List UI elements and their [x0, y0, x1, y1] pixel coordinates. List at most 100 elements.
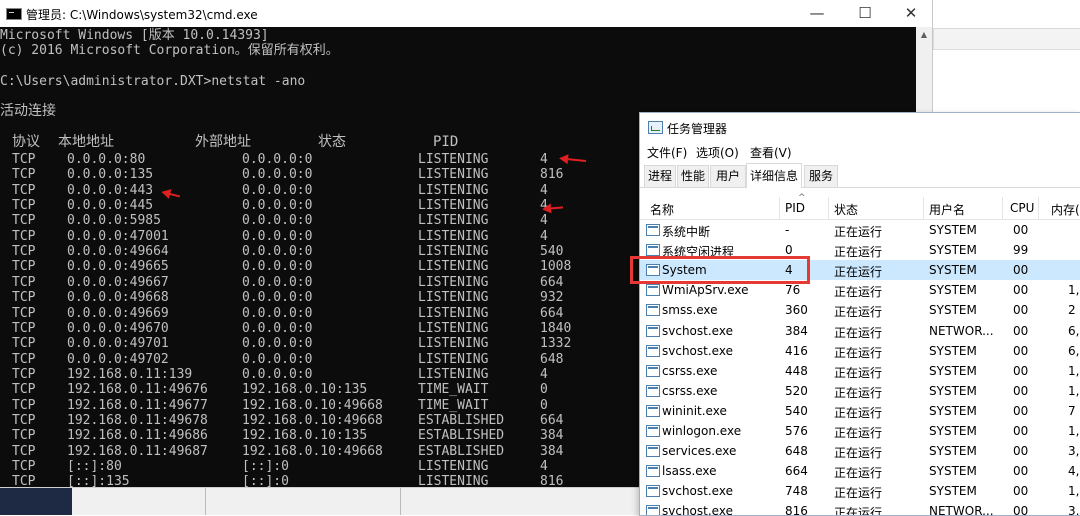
netstat-cell: 192.168.0.11:139 — [67, 366, 193, 382]
netstat-cell: LISTENING — [418, 336, 489, 352]
process-memory: 7 — [1068, 403, 1076, 418]
process-name: svchost.exe — [662, 343, 733, 358]
column-divider[interactable] — [828, 197, 829, 219]
tab-users[interactable]: 用户 — [710, 165, 746, 187]
process-cpu: 00 — [1013, 424, 1029, 438]
netstat-cell: 384 — [540, 443, 564, 459]
annotation-highlight-box — [630, 256, 810, 284]
process-name: 系统中断 — [662, 225, 711, 239]
netstat-cell: 0.0.0.0:49702 — [67, 351, 169, 367]
netstat-cell: TCP — [12, 228, 36, 244]
column-cpu[interactable]: CPU — [1010, 201, 1034, 215]
netstat-cell: 192.168.0.10:49668 — [242, 443, 383, 459]
process-cpu: 00 — [1013, 263, 1029, 278]
process-status: 正在运行 — [834, 325, 883, 340]
netstat-cell: 192.168.0.11:49686 — [67, 428, 208, 444]
process-row[interactable]: svchost.exe 384 正在运行 NETWOR... 00 6,1 — [640, 321, 1080, 341]
column-name[interactable]: 名称 — [650, 201, 674, 218]
column-username[interactable]: 用户名 — [929, 201, 965, 218]
column-pid[interactable]: PID — [785, 201, 805, 215]
process-pid: 648 — [785, 444, 808, 459]
netstat-cell: 4 — [540, 213, 548, 229]
menu-file[interactable]: 文件(F) — [647, 144, 687, 161]
netstat-cell: 816 — [540, 167, 564, 183]
console-section-title: 活动连接 — [0, 103, 56, 119]
scroll-up-arrow-icon[interactable]: ▲ — [916, 27, 932, 43]
task-manager-title: 任务管理器 — [667, 122, 728, 136]
process-pid: 520 — [785, 383, 808, 398]
netstat-cell: 0.0.0.0:135 — [67, 167, 154, 183]
bottom-strip-divider — [400, 488, 401, 515]
column-divider[interactable] — [1002, 197, 1003, 219]
column-divider[interactable] — [923, 197, 924, 219]
process-pid: 360 — [785, 303, 808, 318]
tab-details[interactable]: 详细信息 — [746, 163, 802, 188]
process-cpu: 00 — [1013, 223, 1029, 237]
process-pid: 664 — [785, 464, 808, 479]
process-status: 正在运行 — [834, 285, 883, 300]
process-row[interactable]: svchost.exe 748 正在运行 SYSTEM 00 1,1 — [640, 481, 1080, 501]
process-user: SYSTEM — [929, 363, 977, 378]
netstat-cell: 0.0.0.0:0 — [242, 259, 313, 275]
netstat-cell: LISTENING — [418, 351, 489, 367]
netstat-cell: 0.0.0.0:443 — [67, 182, 154, 198]
netstat-cell: 192.168.0.11:49677 — [67, 397, 208, 413]
process-status: 正在运行 — [834, 486, 883, 501]
netstat-cell: 0.0.0.0:0 — [242, 351, 313, 367]
netstat-cell: TCP — [12, 274, 36, 290]
process-row[interactable]: winlogon.exe 576 正在运行 SYSTEM 00 1,2 — [640, 421, 1080, 441]
process-user: SYSTEM — [929, 263, 977, 278]
menu-options[interactable]: 选项(O) — [696, 144, 739, 161]
netstat-cell: 4 — [540, 228, 548, 244]
netstat-cell: TCP — [12, 290, 36, 306]
process-cpu: 00 — [1013, 464, 1029, 479]
column-status[interactable]: 状态 — [834, 201, 858, 218]
process-row[interactable]: csrss.exe 520 正在运行 SYSTEM 00 1,2 — [640, 381, 1080, 401]
process-memory: 1,2 — [1068, 424, 1080, 438]
netstat-cell: 0.0.0.0:0 — [242, 167, 313, 183]
netstat-cell: 0.0.0.0:0 — [242, 228, 313, 244]
netstat-cell: 192.168.0.10:135 — [242, 382, 368, 398]
column-divider[interactable] — [1038, 197, 1039, 219]
netstat-cell: 0.0.0.0:0 — [242, 274, 313, 290]
process-memory: 3,4 — [1068, 504, 1080, 516]
maximize-button[interactable]: ☐ — [842, 0, 888, 27]
netstat-cell: 0 — [540, 382, 548, 398]
process-name: WmiApSrv.exe — [662, 283, 749, 298]
netstat-cell: TCP — [12, 443, 36, 459]
tab-bar: 进程 性能 用户 详细信息 服务 — [640, 163, 1080, 188]
cmd-titlebar[interactable]: 管理员: C:\Windows\system32\cmd.exe — ☐ ✕ — [0, 0, 932, 27]
process-cpu: 00 — [1013, 403, 1029, 418]
close-button[interactable]: ✕ — [888, 0, 934, 27]
netstat-cell: TCP — [12, 167, 36, 183]
process-row[interactable]: smss.exe 360 正在运行 SYSTEM 00 2 — [640, 300, 1080, 320]
process-memory: 1,1 — [1068, 484, 1080, 499]
minimize-button[interactable]: — — [794, 0, 840, 27]
netstat-cell: TCP — [12, 305, 36, 321]
column-header-pid: PID — [433, 134, 459, 150]
process-user: SYSTEM — [929, 283, 977, 298]
process-pid: 0 — [785, 243, 793, 258]
tab-services[interactable]: 服务 — [804, 165, 838, 187]
process-row[interactable]: 系统中断 - 正在运行 SYSTEM 00 — [640, 220, 1080, 240]
process-status: 正在运行 — [834, 466, 883, 481]
column-memory[interactable]: 内存(专 — [1051, 201, 1080, 218]
netstat-cell: 0.0.0.0:0 — [242, 182, 313, 198]
netstat-cell: 4 — [540, 152, 548, 167]
netstat-cell: 0.0.0.0:49664 — [67, 244, 169, 260]
process-row[interactable]: services.exe 648 正在运行 SYSTEM 00 3,0 — [640, 441, 1080, 461]
process-row[interactable]: svchost.exe 416 正在运行 SYSTEM 00 6,6 — [640, 341, 1080, 361]
task-manager-titlebar[interactable]: 任务管理器 — [640, 113, 1080, 140]
column-divider[interactable] — [779, 197, 780, 219]
tab-processes[interactable]: 进程 — [644, 165, 676, 187]
netstat-cell: 0 — [540, 397, 548, 413]
process-row[interactable]: lsass.exe 664 正在运行 SYSTEM 00 4,3 — [640, 461, 1080, 481]
tab-performance[interactable]: 性能 — [677, 165, 709, 187]
process-user: SYSTEM — [929, 303, 977, 318]
menu-view[interactable]: 查看(V) — [750, 144, 792, 161]
netstat-cell: LISTENING — [418, 290, 489, 306]
process-row[interactable]: wininit.exe 540 正在运行 SYSTEM 00 7 — [640, 401, 1080, 421]
netstat-cell: 0.0.0.0:0 — [242, 198, 313, 214]
menu-bar: 文件(F) 选项(O) 查看(V) — [640, 142, 1080, 162]
process-row[interactable]: csrss.exe 448 正在运行 SYSTEM 00 1,1 — [640, 361, 1080, 381]
